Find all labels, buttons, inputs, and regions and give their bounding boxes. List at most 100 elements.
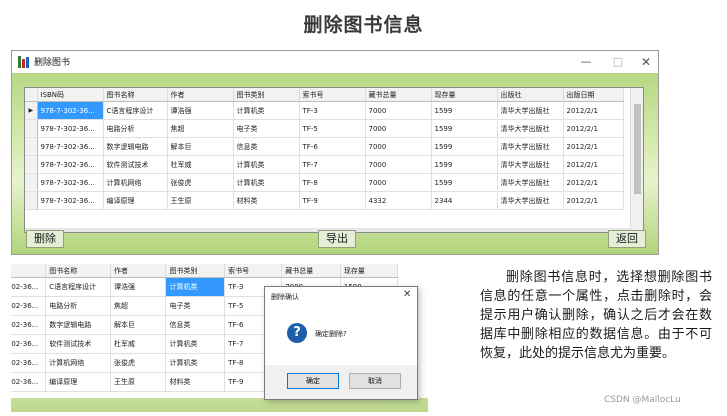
table-cell[interactable]: 焦超 bbox=[110, 296, 167, 316]
table-cell[interactable]: 计算机类 bbox=[165, 334, 226, 354]
minimize-button[interactable]: — bbox=[572, 53, 600, 71]
table-cell[interactable]: 7000 bbox=[365, 155, 432, 174]
table-cell[interactable]: 计算机类 bbox=[165, 277, 226, 297]
row-header[interactable] bbox=[25, 155, 38, 174]
column-header[interactable]: 藏书总量 bbox=[281, 264, 341, 278]
table-cell[interactable]: 1599 bbox=[431, 173, 498, 192]
vertical-scrollbar[interactable] bbox=[630, 88, 643, 232]
table-cell[interactable]: 电子类 bbox=[165, 296, 226, 316]
table-cell[interactable]: 清华大学出版社 bbox=[497, 155, 564, 174]
table-row[interactable]: ▶ 978-7-302-36... C语言程序设计 谭浩强 计算机类 TF-3 … bbox=[25, 101, 624, 120]
table-cell[interactable]: C语言程序设计 bbox=[45, 277, 111, 297]
table-cell[interactable]: 978-7-302-36... bbox=[37, 119, 104, 138]
table-cell[interactable]: 清华大学出版社 bbox=[497, 137, 564, 156]
column-header[interactable]: 现存量 bbox=[340, 264, 399, 278]
table-cell[interactable]: 清华大学出版社 bbox=[497, 101, 564, 120]
close-button[interactable]: ✕ bbox=[632, 53, 660, 71]
column-header[interactable]: 图书类别 bbox=[233, 88, 300, 102]
column-header[interactable]: 出版社 bbox=[497, 88, 564, 102]
table-cell[interactable]: 978-7-302-36... bbox=[11, 315, 47, 335]
table-cell[interactable]: 杜军威 bbox=[167, 155, 234, 174]
table-cell[interactable]: 软件测试技术 bbox=[45, 334, 111, 354]
table-cell[interactable]: 数字逻辑电路 bbox=[103, 137, 168, 156]
table-cell[interactable]: 计算机类 bbox=[233, 155, 300, 174]
table-cell[interactable]: 清华大学出版社 bbox=[497, 119, 564, 138]
table-cell[interactable]: 978-7-302-36... bbox=[37, 191, 104, 210]
column-header[interactable]: 现存量 bbox=[431, 88, 498, 102]
table-cell[interactable]: TF-9 bbox=[299, 191, 366, 210]
table-cell[interactable]: 王生原 bbox=[167, 191, 234, 210]
table-cell[interactable]: 2344 bbox=[431, 191, 498, 210]
table-row[interactable]: 978-7-302-36... 编译原理 王生原 材料类 TF-9 4332 2… bbox=[25, 191, 624, 210]
table-cell[interactable]: TF-3 bbox=[299, 101, 366, 120]
maximize-button[interactable]: □ bbox=[604, 53, 632, 71]
column-header[interactable]: 作者 bbox=[167, 88, 234, 102]
column-header[interactable]: 索书号 bbox=[224, 264, 283, 278]
table-cell[interactable]: 王生原 bbox=[110, 372, 167, 392]
table-cell[interactable]: 清华大学出版社 bbox=[497, 191, 564, 210]
column-header[interactable]: ISBN码 bbox=[11, 264, 47, 278]
table-row[interactable]: 978-7-302-36... 软件测试技术 杜军威 计算机类 TF-7 700… bbox=[25, 155, 624, 174]
table-cell[interactable]: TF-7 bbox=[299, 155, 366, 174]
column-header[interactable]: 索书号 bbox=[299, 88, 366, 102]
books-grid[interactable]: ISBN码 图书名称 作者 图书类别 索书号 藏书总量 现存量 出版社 出版日期… bbox=[24, 87, 644, 233]
row-header[interactable] bbox=[25, 137, 38, 156]
column-header[interactable]: ISBN码 bbox=[37, 88, 104, 102]
table-cell[interactable]: 4332 bbox=[365, 191, 432, 210]
column-header[interactable]: 图书名称 bbox=[45, 264, 111, 278]
table-row[interactable]: 978-7-302-36... 数字逻辑电路 解本巨 信息类 TF-6 7000… bbox=[25, 137, 624, 156]
row-header[interactable] bbox=[25, 119, 38, 138]
table-cell[interactable]: 978-7-302-36... bbox=[11, 353, 47, 373]
table-cell[interactable]: 计算机类 bbox=[233, 101, 300, 120]
row-header[interactable] bbox=[25, 173, 38, 192]
table-cell[interactable]: 1599 bbox=[431, 155, 498, 174]
table-cell[interactable]: 978-7-302-36... bbox=[37, 155, 104, 174]
table-cell[interactable]: 计算机类 bbox=[165, 353, 226, 373]
table-cell[interactable]: C语言程序设计 bbox=[103, 101, 168, 120]
table-cell[interactable]: 7000 bbox=[365, 119, 432, 138]
table-cell[interactable]: 1599 bbox=[431, 119, 498, 138]
table-cell[interactable]: 数字逻辑电路 bbox=[45, 315, 111, 335]
cancel-button[interactable]: 取消 bbox=[349, 373, 401, 389]
table-cell[interactable]: 软件测试技术 bbox=[103, 155, 168, 174]
table-cell[interactable]: 2012/2/1 bbox=[563, 119, 624, 138]
table-cell[interactable]: 清华大学出版社 bbox=[497, 173, 564, 192]
column-header[interactable]: 作者 bbox=[110, 264, 167, 278]
table-cell[interactable]: 978-7-302-36... bbox=[37, 173, 104, 192]
table-cell[interactable]: 张俊虎 bbox=[110, 353, 167, 373]
table-cell[interactable]: 978-7-302-36... bbox=[11, 372, 47, 392]
table-cell[interactable]: 信息类 bbox=[233, 137, 300, 156]
column-header[interactable]: 出版日期 bbox=[563, 88, 624, 102]
table-cell[interactable]: TF-5 bbox=[299, 119, 366, 138]
table-cell[interactable]: 材料类 bbox=[233, 191, 300, 210]
table-cell[interactable]: 978-7-302-36... bbox=[11, 277, 47, 297]
table-cell[interactable]: 编译原理 bbox=[103, 191, 168, 210]
back-button[interactable]: 返回 bbox=[608, 230, 646, 248]
column-header[interactable]: 藏书总量 bbox=[365, 88, 432, 102]
export-button[interactable]: 导出 bbox=[318, 230, 356, 248]
table-row[interactable]: 978-7-302-36... 电路分析 焦超 电子类 TF-5 7000 15… bbox=[25, 119, 624, 138]
column-header[interactable]: 图书名称 bbox=[103, 88, 168, 102]
table-cell[interactable]: TF-8 bbox=[299, 173, 366, 192]
dialog-close-icon[interactable]: ✕ bbox=[403, 289, 411, 300]
table-cell[interactable]: 焦超 bbox=[167, 119, 234, 138]
table-cell[interactable]: 解本巨 bbox=[167, 137, 234, 156]
ok-button[interactable]: 确定 bbox=[287, 373, 339, 389]
column-header[interactable]: 图书类别 bbox=[165, 264, 226, 278]
table-cell[interactable]: 2012/2/1 bbox=[563, 191, 624, 210]
table-cell[interactable]: 电路分析 bbox=[45, 296, 111, 316]
table-cell[interactable]: 7000 bbox=[365, 101, 432, 120]
table-cell[interactable]: 2012/2/1 bbox=[563, 173, 624, 192]
table-cell[interactable]: 1599 bbox=[431, 101, 498, 120]
table-cell[interactable]: 2012/2/1 bbox=[563, 137, 624, 156]
table-cell[interactable]: 计算机类 bbox=[233, 173, 300, 192]
table-cell[interactable]: 1599 bbox=[431, 137, 498, 156]
table-row[interactable]: 978-7-302-36... 计算机网络 张俊虎 计算机类 TF-8 7000… bbox=[25, 173, 624, 192]
table-cell[interactable]: 材料类 bbox=[165, 372, 226, 392]
table-cell[interactable]: 谭浩强 bbox=[167, 101, 234, 120]
table-cell[interactable]: 978-7-302-36... bbox=[37, 101, 104, 120]
table-cell[interactable]: 计算机网络 bbox=[45, 353, 111, 373]
table-cell[interactable]: 杜军威 bbox=[110, 334, 167, 354]
table-cell[interactable]: 编译原理 bbox=[45, 372, 111, 392]
table-cell[interactable]: 978-7-302-36... bbox=[37, 137, 104, 156]
